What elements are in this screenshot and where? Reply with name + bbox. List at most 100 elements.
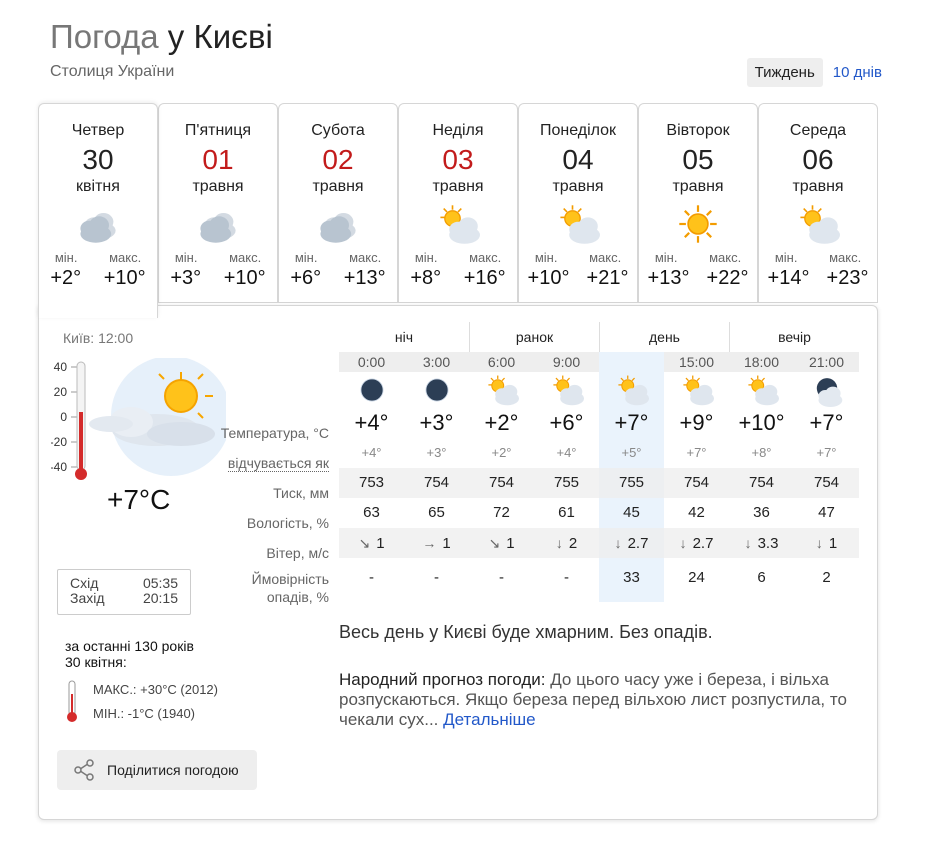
period-label: день — [599, 322, 729, 352]
hourly-wind: ↓ 1 — [794, 528, 859, 558]
period-label: ніч — [394, 329, 414, 345]
hourly-pressure: 755 — [553, 474, 580, 491]
wind-direction-icon: ↓ — [744, 535, 752, 551]
day-name: Неділя — [432, 122, 484, 139]
day-month: травня — [192, 178, 244, 195]
day-month: травня — [792, 178, 844, 195]
sun-cloud-icon — [552, 375, 584, 406]
day-tab[interactable]: Субота 02 травня мін. макс. +6° +13° — [278, 103, 398, 303]
hourly-humidity: 63 — [363, 504, 380, 521]
label-humidity: Вологість, % — [246, 515, 329, 531]
folk-more-link[interactable]: Детальніше — [443, 710, 536, 729]
day-name: Середа — [789, 122, 847, 139]
sun-cloud-icon — [747, 375, 779, 406]
min-label: мін. — [174, 250, 198, 265]
day-icon-wrap — [519, 202, 637, 246]
max-label: макс. — [469, 250, 502, 265]
day-min-temp: +13° — [647, 267, 690, 289]
sunrise-label: Схід — [70, 575, 99, 591]
wind-speed: 3.3 — [757, 535, 779, 552]
day-number: 01 — [202, 144, 234, 175]
hourly-feels-like: +4° — [556, 445, 577, 460]
sun-times: Схід 05:35 Захід 20:15 — [57, 569, 191, 615]
current-temperature: +7°C — [107, 484, 171, 515]
day-icon-wrap — [399, 202, 517, 246]
day-tab[interactable]: Четвер 30 квітня мін. макс. +2° +10° — [38, 103, 158, 318]
sun-cloud-icon — [682, 375, 714, 406]
hourly-icon-cell — [404, 372, 469, 408]
feels-like-row: +4° +3° +2° +4° +5° +7° +8° +7° — [339, 438, 859, 468]
scale-label: 0 — [60, 410, 67, 424]
day-min-temp: +8° — [410, 267, 442, 289]
wind-direction-icon: → — [422, 535, 437, 551]
hourly-temperature: +4° — [354, 410, 389, 435]
day-max-temp: +21° — [586, 267, 629, 289]
range-ten-days-link[interactable]: 10 днів — [833, 64, 882, 81]
day-tab[interactable]: П'ятниця 01 травня мін. макс. +3° +10° — [158, 103, 278, 303]
day-max-temp: +10° — [103, 267, 146, 289]
day-tab[interactable]: Вівторок 05 травня мін. макс. +13° +22° — [638, 103, 758, 303]
day-min-temp: +2° — [50, 267, 82, 289]
day-tab[interactable]: Неділя 03 травня мін. макс. +8° +16° — [398, 103, 518, 303]
hourly-pressure: 754 — [683, 474, 710, 491]
hourly-wind: → 1 — [404, 528, 469, 558]
range-week-button[interactable]: Тиждень — [746, 58, 823, 87]
hourly-icon-cell — [729, 372, 794, 408]
thermometer-icon: 40 20 0 -20 -40 — [51, 358, 226, 480]
hourly-temperature: +7° — [614, 410, 649, 435]
day-icon-wrap — [639, 202, 757, 246]
hourly-humidity: 47 — [818, 504, 835, 521]
title-prefix: Погода — [50, 18, 159, 55]
range-switch: Тиждень 10 днів — [746, 58, 882, 87]
pressure-row: 753 754 754 755 755 754 754 754 — [339, 468, 859, 498]
day-max-temp: +22° — [706, 267, 749, 289]
cloudy-icon — [80, 213, 116, 243]
day-tab[interactable]: Понеділок 04 травня мін. макс. +10° +21° — [518, 103, 638, 303]
cloudy-icon — [200, 213, 236, 243]
day-name: Вівторок — [666, 122, 730, 139]
max-label: макс. — [229, 250, 262, 265]
wind-speed: 1 — [442, 535, 451, 552]
wind-direction-icon: ↘ — [358, 535, 371, 551]
day-name: Субота — [311, 122, 365, 139]
day-min-temp: +14° — [767, 267, 810, 289]
hourly-temperature: +6° — [549, 410, 584, 435]
share-weather-button[interactable]: Поділитися погодою — [57, 750, 257, 790]
history-title-line1: за останні 130 років — [65, 638, 194, 654]
hourly-humidity: 61 — [558, 504, 575, 521]
hourly-feels-like: +7° — [686, 445, 707, 460]
hourly-icon-cell — [339, 372, 404, 408]
max-label: макс. — [109, 250, 142, 265]
min-label: мін. — [774, 250, 798, 265]
label-pressure: Тиск, мм — [273, 485, 329, 501]
hourly-icons-row — [339, 372, 859, 408]
day-icon-wrap — [759, 202, 877, 246]
cloudy-icon — [320, 213, 356, 243]
day-min-temp: +6° — [290, 267, 322, 289]
hourly-precipitation: 24 — [688, 569, 705, 586]
label-temperature: Температура, °C — [220, 425, 329, 441]
wind-speed: 1 — [376, 535, 385, 552]
day-tab[interactable]: Середа 06 травня мін. макс. +14° +23° — [758, 103, 878, 303]
hourly-humidity: 65 — [428, 504, 445, 521]
hourly-icon-cell — [599, 372, 664, 408]
day-name: П'ятниця — [184, 122, 252, 139]
wind-speed: 2.7 — [692, 535, 714, 552]
day-number: 06 — [802, 144, 834, 175]
hourly-precipitation: - — [434, 569, 439, 586]
page-title: Погода у Києві — [50, 18, 273, 56]
moon-icon — [360, 378, 383, 402]
min-label: мін. — [54, 250, 78, 265]
humidity-row: 63 65 72 61 45 42 36 47 — [339, 498, 859, 528]
day-name: Четвер — [71, 122, 125, 139]
day-month: травня — [312, 178, 364, 195]
hour-label: 0:00 — [357, 354, 386, 370]
label-feels-like[interactable]: відчувається як — [227, 455, 329, 472]
hour-label: 3:00 — [422, 354, 451, 370]
hourly-pressure: 754 — [748, 474, 775, 491]
day-number: 05 — [682, 144, 714, 175]
row-labels: Температура, °C відчувається як Тиск, мм… — [219, 418, 329, 608]
folk-forecast: Народний прогноз погоди: До цього часу у… — [339, 670, 859, 730]
day-icon-wrap — [279, 202, 397, 246]
hourly-humidity: 45 — [623, 504, 640, 521]
